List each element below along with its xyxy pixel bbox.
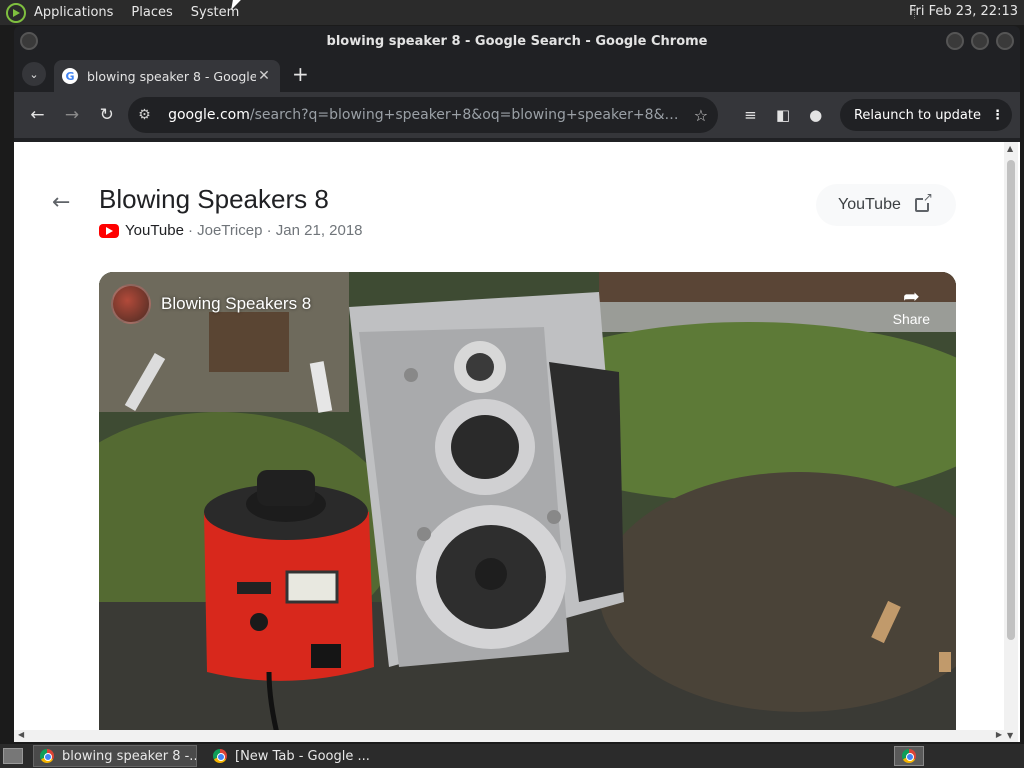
side-panel-icon[interactable]: ◧ [767,106,800,124]
reload-icon[interactable]: ↻ [91,99,122,131]
video-thumbnail-image [99,272,956,742]
back-arrow-icon[interactable]: ← [22,99,53,131]
open-in-youtube-button[interactable]: YouTube [816,184,956,226]
share-label: Share [892,311,930,327]
distro-logo-icon[interactable] [6,2,26,23]
scroll-left-icon[interactable]: ◀ [18,730,24,739]
tab-close-icon[interactable]: ✕ [256,68,272,84]
tab-active[interactable]: G blowing speaker 8 - Google Se ✕ [54,60,280,92]
vertical-scroll-thumb[interactable] [1007,160,1015,640]
horizontal-scrollbar[interactable]: ◀ ▶ [14,730,1006,742]
places-menu[interactable]: Places [131,5,172,20]
panel-menu: Applications Places System [0,2,257,23]
window-titlebar[interactable]: blowing speaker 8 - Google Search - Goog… [14,26,1020,56]
vertical-scrollbar[interactable]: ▲ ▼ [1004,142,1018,742]
profile-icon[interactable]: ● [799,106,832,124]
meta-source[interactable]: YouTube [125,222,184,239]
taskbar-item-new-tab[interactable]: [New Tab - Google ... [207,745,371,767]
applications-menu[interactable]: Applications [34,5,113,20]
share-arrow-icon: ➦ [902,286,920,308]
video-title[interactable]: Blowing Speakers 8 [99,184,329,215]
close-window-icon[interactable] [996,32,1014,50]
meta-sep-1: · [187,222,193,239]
player-video-title[interactable]: Blowing Speakers 8 [161,294,311,314]
chrome-icon [40,749,54,763]
window-menu-icon[interactable] [20,32,38,50]
video-meta: YouTube · JoeTricep · Jan 21, 2018 [99,222,363,239]
relaunch-button[interactable]: Relaunch to update ⋮ [839,99,1012,131]
chrome-icon [213,749,227,763]
workspace-switcher[interactable] [894,746,924,766]
url-path: /search?q=blowing+speaker+8&oq=blowing+s… [249,107,686,123]
minimize-icon[interactable] [946,32,964,50]
chrome-menu-kebab-icon[interactable]: ⋮ [991,108,1004,123]
url-host: google.com [168,107,250,123]
meta-sep-2: · [266,222,272,239]
scroll-down-icon[interactable]: ▼ [1007,731,1013,740]
site-info-icon[interactable]: ⚙ [138,107,158,123]
workspace-chrome-icon [902,749,916,763]
video-player[interactable]: Blowing Speakers 8 ➦ Share [99,272,956,742]
bookmark-star-icon[interactable]: ☆ [694,106,708,125]
maximize-icon[interactable] [971,32,989,50]
address-bar[interactable]: ⚙ google.com /search?q=blowing+speaker+8… [128,97,719,133]
result-back-arrow-icon[interactable]: ← [52,190,70,215]
clock[interactable]: Fri Feb 23, 22:13 [909,4,1018,19]
external-link-icon [914,191,933,212]
taskbar-item-chrome-search[interactable]: blowing speaker 8 -... [33,745,197,767]
show-desktop-icon[interactable] [3,748,23,764]
browser-toolbar: ← → ↻ ⚙ google.com /search?q=blowing+spe… [14,92,1020,138]
window-title: blowing speaker 8 - Google Search - Goog… [326,33,708,49]
relaunch-label: Relaunch to update [853,107,981,123]
tab-title: blowing speaker 8 - Google Se [87,68,256,84]
open-in-youtube-label: YouTube [838,196,901,213]
page-content: ← Blowing Speakers 8 YouTube · JoeTricep… [14,142,1020,742]
channel-avatar[interactable] [111,284,151,324]
bottom-taskbar: blowing speaker 8 -... [New Tab - Google… [0,744,1024,768]
media-queue-icon[interactable]: ≡ [734,106,767,124]
scroll-up-icon[interactable]: ▲ [1007,144,1013,153]
meta-date: Jan 21, 2018 [275,222,363,239]
taskbar-item-label: blowing speaker 8 -... [62,748,197,764]
top-panel: Applications Places System Fri Feb 23, 2… [0,0,1024,25]
google-favicon-icon: G [62,68,78,84]
youtube-logo-icon [99,223,119,238]
share-button[interactable]: ➦ Share [893,284,930,327]
tab-search-chevron-icon[interactable]: ⌄ [22,62,46,86]
forward-arrow-icon[interactable]: → [57,99,88,131]
tab-strip: ⌄ G blowing speaker 8 - Google Se ✕ + [14,56,1020,92]
scroll-right-icon[interactable]: ▶ [996,730,1002,739]
new-tab-plus-icon[interactable]: + [292,62,309,86]
meta-channel: JoeTricep [197,222,263,239]
chrome-window: blowing speaker 8 - Google Search - Goog… [14,26,1020,742]
taskbar-item-label: [New Tab - Google ... [235,748,370,764]
